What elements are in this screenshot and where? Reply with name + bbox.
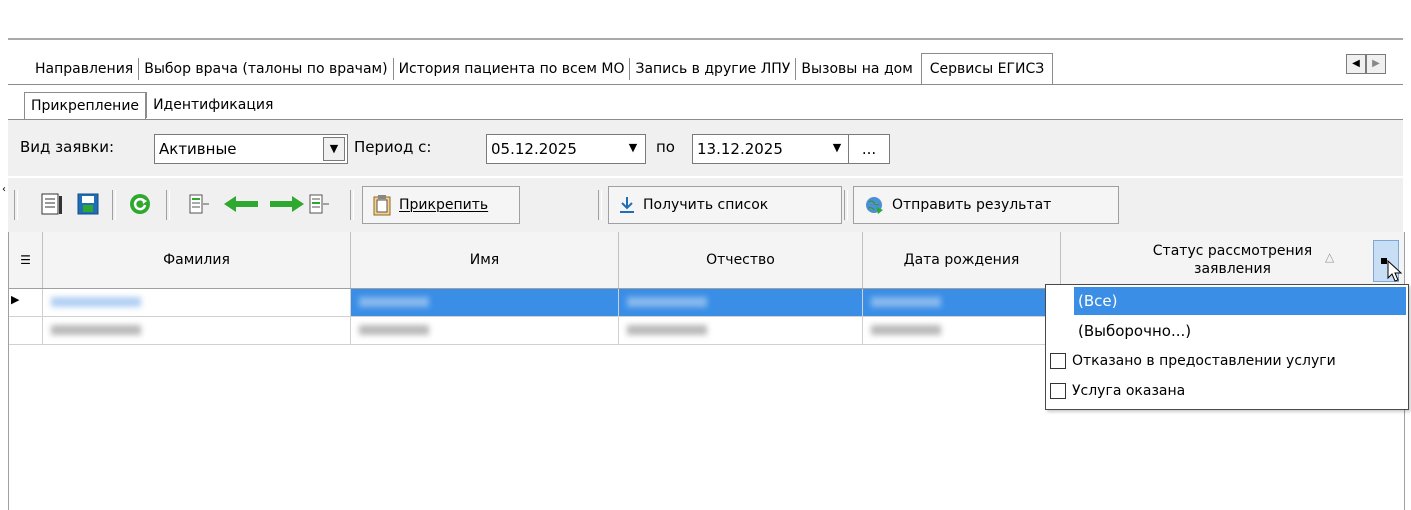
filter-panel: Вид заявки: Активные ▼ Период с: 05.12.2… <box>8 120 1403 176</box>
columns-settings-icon[interactable] <box>188 192 212 216</box>
send-result-button[interactable]: Отправить результат <box>853 186 1119 224</box>
toolbar-separator <box>350 190 354 220</box>
tab-identification[interactable]: Идентификация <box>146 92 279 118</box>
period-from-value: 05.12.2025 <box>491 140 577 158</box>
chevron-down-icon[interactable]: ▼ <box>623 137 643 159</box>
cell-birthdate[interactable] <box>863 317 1061 345</box>
column-header-status-label: Статус рассмотрения заявления <box>1152 243 1313 277</box>
checkbox-provided[interactable] <box>1050 383 1066 399</box>
scroll-right-icon[interactable]: ▶ <box>1366 54 1386 74</box>
cell-patronymic[interactable] <box>619 289 863 317</box>
request-type-label: Вид заявки: <box>20 138 115 156</box>
top-tab-bar: Направления Выбор врача (талоны по врача… <box>30 52 1054 84</box>
toolbar: Прикрепить Получить список Отправить рез… <box>8 178 1403 232</box>
filter-option-provided-label: Услуга оказана <box>1072 383 1186 399</box>
collapse-panel-icon[interactable]: ‹ <box>2 184 6 195</box>
toolbar-separator <box>598 190 602 220</box>
tab-other-lpu[interactable]: Запись в другие ЛПУ <box>630 58 797 80</box>
tab-egisz-services[interactable]: Сервисы ЕГИСЗ <box>920 53 1054 84</box>
scroll-left-icon[interactable]: ◀ <box>1346 54 1366 74</box>
column-header-patronymic[interactable]: Отчество <box>619 232 863 288</box>
tab-attachment[interactable]: Прикрепление <box>24 92 147 119</box>
chevron-down-icon[interactable]: ▼ <box>827 137 847 159</box>
document-list-icon[interactable] <box>40 192 64 216</box>
column-header-name[interactable]: Имя <box>351 232 619 288</box>
filter-option-refused-label: Отказано в предоставлении услуги <box>1072 353 1336 369</box>
tab-directions[interactable]: Направления <box>30 58 140 80</box>
globe-icon <box>866 197 883 214</box>
columns-export-icon[interactable] <box>308 192 332 216</box>
period-to-value: 13.12.2025 <box>697 140 783 158</box>
clipboard-icon <box>373 195 391 216</box>
checkbox-refused[interactable] <box>1050 353 1066 369</box>
tab-doctor-choice[interactable]: Выбор врача (талоны по врачам) <box>139 58 394 80</box>
refresh-icon[interactable] <box>128 192 152 216</box>
save-icon[interactable] <box>76 192 100 216</box>
tab-home-calls[interactable]: Вызовы на дом <box>796 58 917 80</box>
row-indicator <box>9 317 43 345</box>
cell-patronymic[interactable] <box>619 317 863 345</box>
period-from-date[interactable]: 05.12.2025 ▼ <box>486 134 646 164</box>
period-picker-button[interactable]: ... <box>848 134 890 164</box>
filter-option-custom[interactable]: (Выборочно...) <box>1046 317 1408 345</box>
arrow-right-icon[interactable] <box>266 192 306 216</box>
row-marker-icon: ▶ <box>11 293 20 306</box>
ellipsis-label: ... <box>861 140 877 158</box>
grid-header: ☰ Фамилия Имя Отчество Дата рождения Ста… <box>9 232 1404 289</box>
column-header-status[interactable]: Статус рассмотрения заявления △ <box>1061 232 1404 288</box>
cell-birthdate[interactable] <box>863 289 1061 317</box>
sort-ascending-icon: △ <box>1325 250 1335 264</box>
send-result-button-label: Отправить результат <box>892 197 1052 213</box>
period-to-label: по <box>656 138 675 156</box>
toolbar-separator <box>112 190 116 220</box>
status-filter-dropdown: (Все) (Выборочно...) Отказано в предоста… <box>1045 284 1409 410</box>
toolbar-separator <box>166 190 170 220</box>
attach-button-label: Прикрепить <box>399 197 489 213</box>
sub-tab-bar: Прикрепление Идентификация <box>24 92 279 119</box>
get-list-button-label: Получить список <box>643 197 769 213</box>
row-indicator: ▶ <box>9 289 43 317</box>
period-to-date[interactable]: 13.12.2025 ▼ <box>692 134 850 164</box>
request-type-value: Активные <box>159 140 237 158</box>
mouse-cursor-icon <box>1387 260 1403 282</box>
filter-option-all[interactable]: (Все) <box>1074 287 1406 315</box>
arrow-left-icon[interactable] <box>222 192 262 216</box>
column-header-birthdate[interactable]: Дата рождения <box>863 232 1061 288</box>
chevron-down-icon[interactable]: ▼ <box>323 137 345 161</box>
column-header-surname[interactable]: Фамилия <box>43 232 351 288</box>
tab-scroll-buttons: ◀ ▶ <box>1346 54 1386 74</box>
get-list-button[interactable]: Получить список <box>608 186 842 224</box>
column-chooser-icon[interactable]: ☰ <box>9 232 43 288</box>
tab-divider <box>8 84 1403 85</box>
cell-name[interactable] <box>351 289 619 317</box>
download-icon <box>620 197 634 213</box>
cell-surname[interactable] <box>43 317 351 345</box>
toolbar-separator <box>844 190 848 220</box>
top-border <box>8 38 1403 40</box>
cell-name[interactable] <box>351 317 619 345</box>
cell-surname[interactable] <box>43 289 351 317</box>
toolbar-separator <box>14 190 18 220</box>
request-type-combo[interactable]: Активные ▼ <box>154 134 348 164</box>
filter-option-provided[interactable]: Услуга оказана <box>1046 377 1408 405</box>
period-from-label: Период с: <box>354 138 432 156</box>
tab-patient-history[interactable]: История пациента по всем МО <box>394 58 631 80</box>
attach-button[interactable]: Прикрепить <box>362 186 520 224</box>
filter-option-refused[interactable]: Отказано в предоставлении услуги <box>1046 347 1408 375</box>
